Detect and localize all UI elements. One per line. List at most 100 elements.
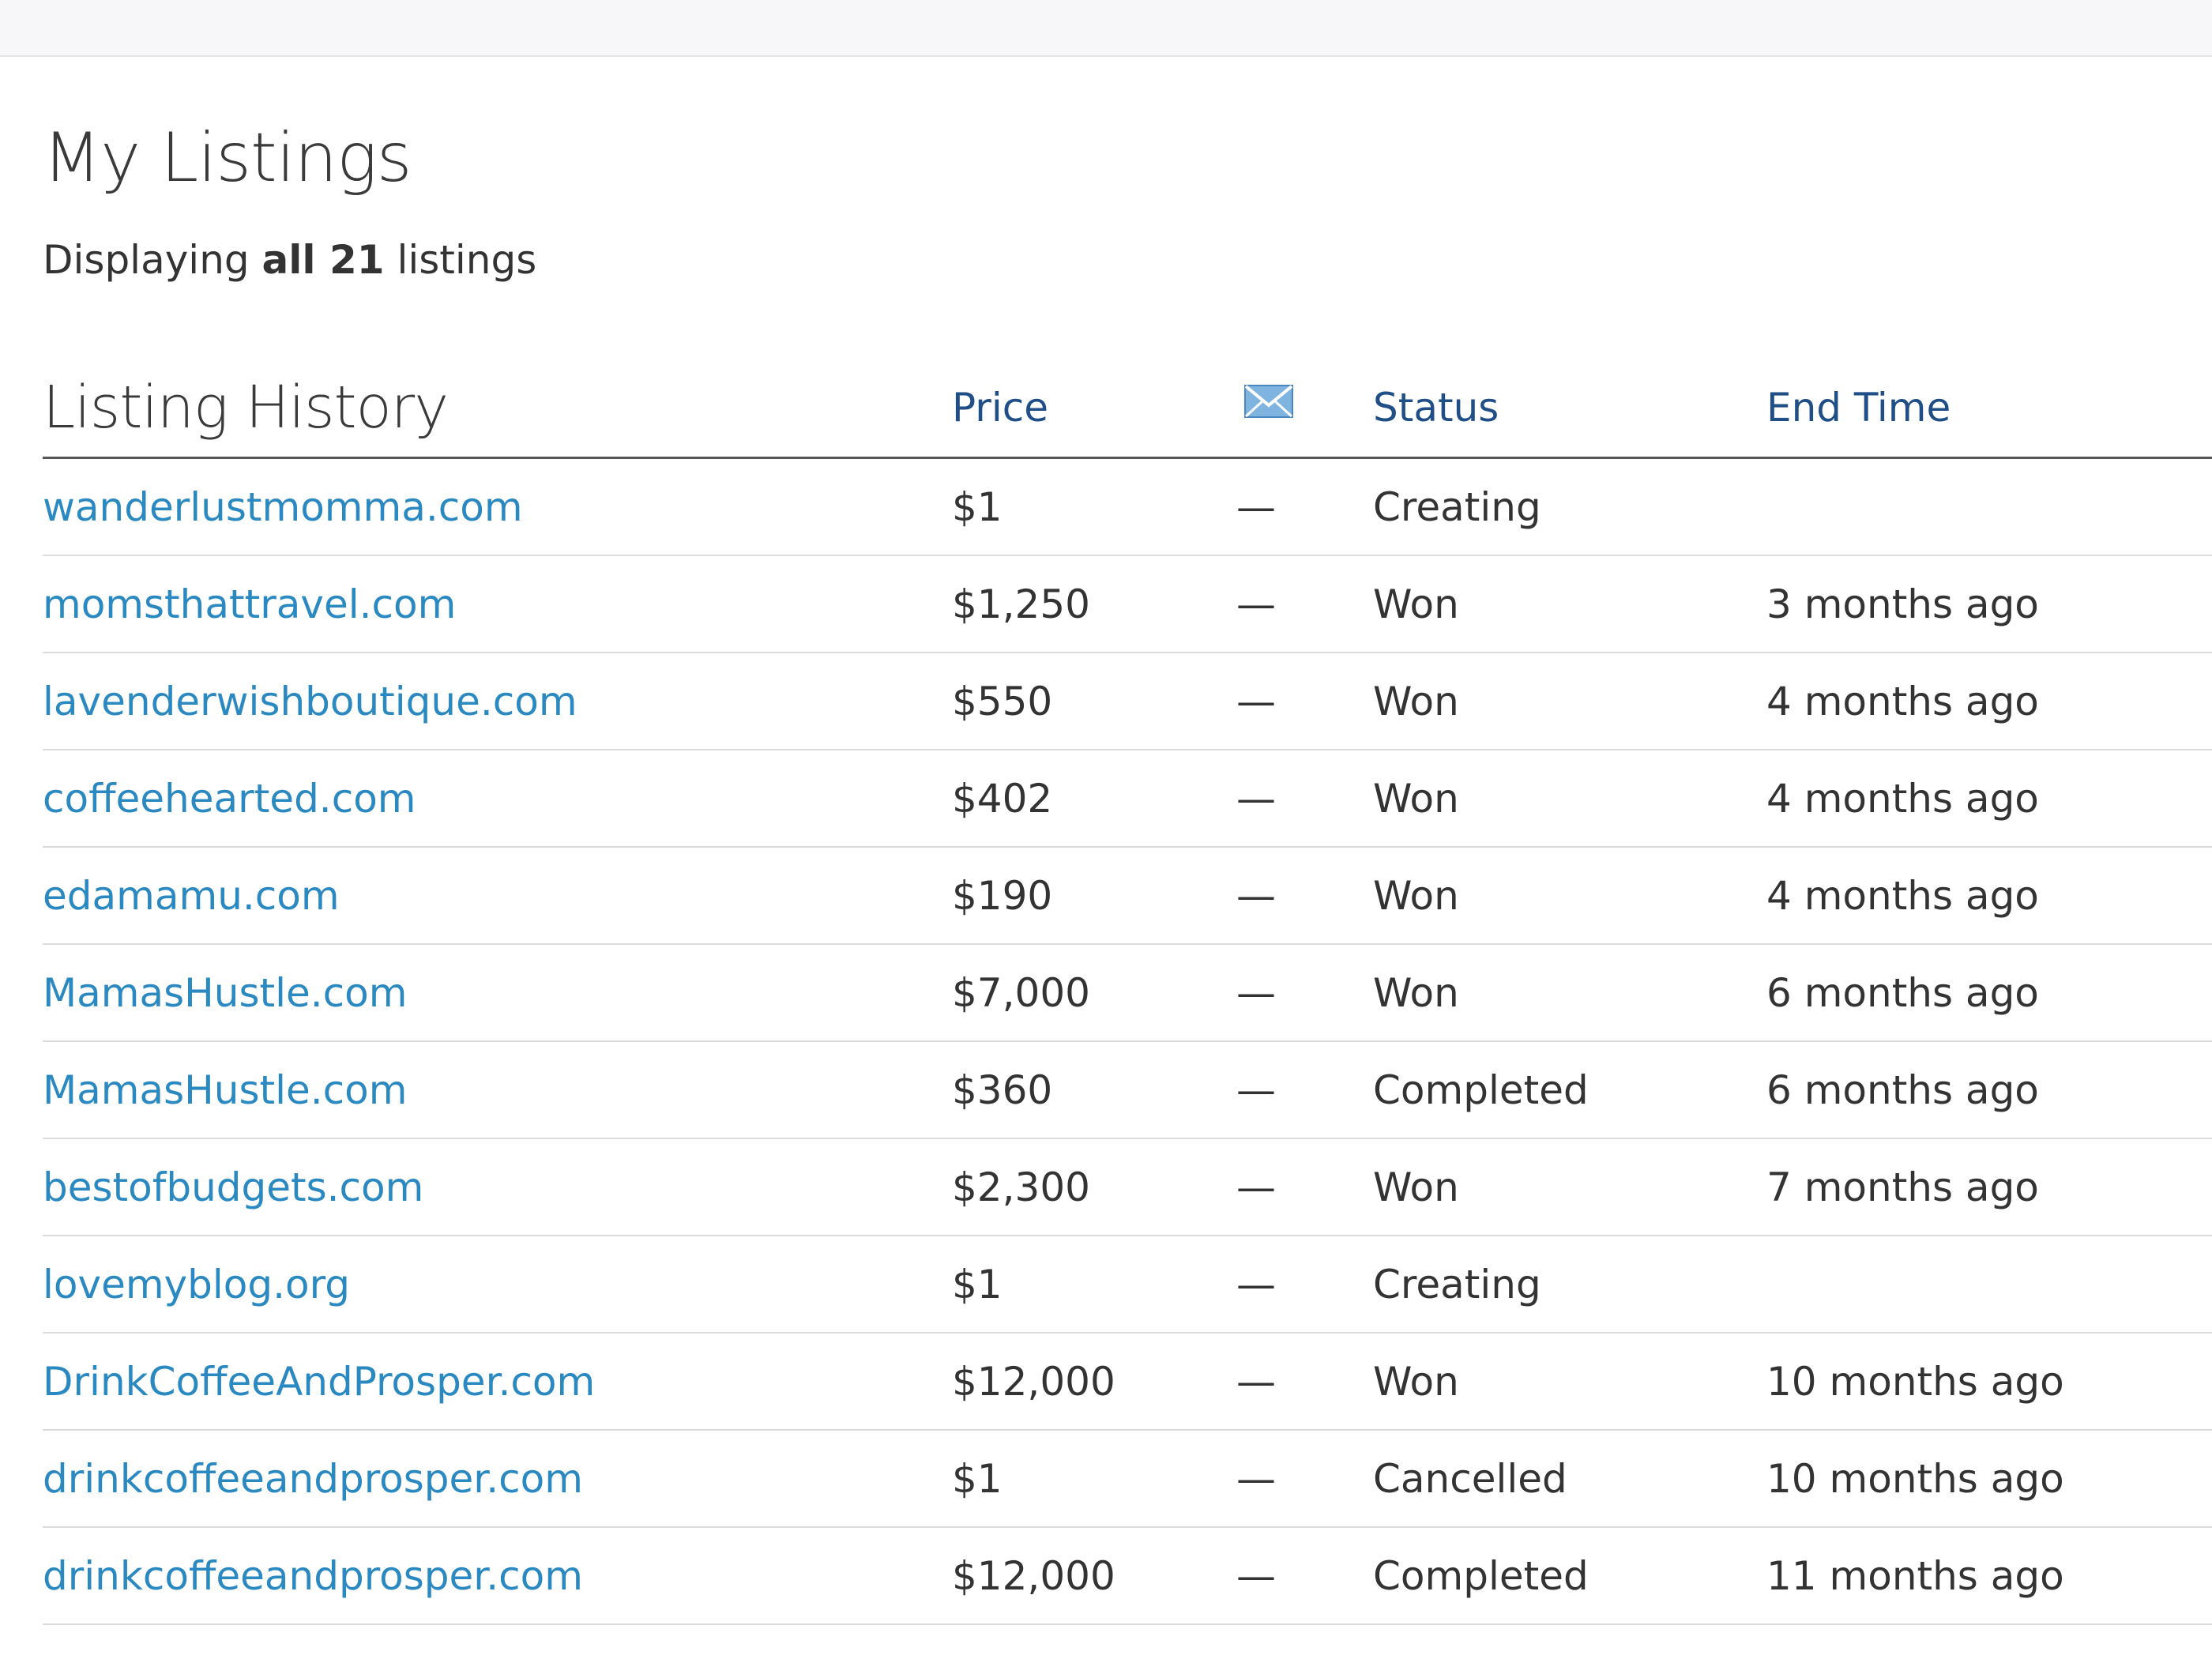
price-cell: $1 <box>952 1236 1236 1334</box>
status-column-header[interactable]: Status <box>1373 359 1766 459</box>
status-cell: Won <box>1373 944 1766 1042</box>
status-cell: Creating <box>1373 457 1766 556</box>
summary-suffix: listings <box>397 237 537 283</box>
price-cell: $1 <box>952 1430 1236 1528</box>
table-row: coffeehearted.com $402— Won 4 months ago <box>43 750 2212 848</box>
listing-link[interactable]: edamamu.com <box>43 873 340 919</box>
top-bar <box>0 0 2212 57</box>
end-time-cell: 10 months ago <box>1766 1430 2212 1528</box>
listing-link[interactable]: drinkcoffeeandprosper.com <box>43 1553 583 1599</box>
table-row: lavenderwishboutique.com $550— Won 4 months… <box>43 653 2212 750</box>
messages-cell: — <box>1236 555 1373 653</box>
status-cell: Creating <box>1373 1236 1766 1334</box>
status-cell: Cancelled <box>1373 1430 1766 1528</box>
end-time-cell: 11 months ago <box>1766 1527 2212 1625</box>
messages-cell: — <box>1236 1527 1373 1625</box>
messages-cell: — <box>1236 847 1373 945</box>
status-cell: Completed <box>1373 1527 1766 1625</box>
status-cell: Won <box>1373 1138 1766 1236</box>
summary-prefix: Displaying <box>43 237 250 283</box>
status-cell: Completed <box>1373 1041 1766 1139</box>
messages-cell: — <box>1236 1430 1373 1528</box>
status-cell: Won <box>1373 1333 1766 1431</box>
listing-name-cell: DrinkCoffeeAndProsper.com <box>43 1333 952 1431</box>
end-time-cell: 4 months ago <box>1766 750 2212 848</box>
end-time-cell <box>1766 1236 2212 1334</box>
messages-cell: — <box>1236 944 1373 1042</box>
listing-name-cell: momsthattravel.com <box>43 555 952 653</box>
price-sort-link[interactable]: Price <box>952 385 1048 431</box>
table-row: edamamu.com $190— Won 4 months ago <box>43 847 2212 945</box>
end-time-cell: 6 months ago <box>1766 944 2212 1042</box>
price-cell: $1,250 <box>952 555 1236 653</box>
end-time-sort-link[interactable]: End Time <box>1766 385 1951 431</box>
listing-history-heading: Listing History <box>43 359 952 459</box>
end-time-cell <box>1766 457 2212 556</box>
status-sort-link[interactable]: Status <box>1373 385 1499 431</box>
end-time-cell: 7 months ago <box>1766 1138 2212 1236</box>
listing-name-cell: lovemyblog.org <box>43 1236 952 1334</box>
page-title: My Listings <box>43 118 412 198</box>
listing-link[interactable]: momsthattravel.com <box>43 581 456 627</box>
price-column-header[interactable]: Price <box>952 359 1236 459</box>
status-cell: Won <box>1373 847 1766 945</box>
table-row: DrinkCoffeeAndProsper.com $12,000— Won 10 m… <box>43 1333 2212 1431</box>
end-time-column-header[interactable]: End Time <box>1766 359 2212 459</box>
price-cell: $7,000 <box>952 944 1236 1042</box>
listing-name-cell: lavenderwishboutique.com <box>43 653 952 750</box>
messages-column-header[interactable] <box>1236 359 1373 459</box>
table-row: bestofbudgets.com $2,300— Won 7 months ago <box>43 1138 2212 1236</box>
end-time-cell: 3 months ago <box>1766 555 2212 653</box>
status-cell: Won <box>1373 750 1766 848</box>
listing-history-table: Listing History Price Status End Time wa… <box>43 359 2212 1625</box>
listing-name-cell: wanderlustmomma.com <box>43 457 952 556</box>
messages-cell: — <box>1236 1041 1373 1139</box>
listing-link[interactable]: bestofbudgets.com <box>43 1164 423 1210</box>
messages-cell: — <box>1236 653 1373 750</box>
table-row: drinkcoffeeandprosper.com $12,000— Complet… <box>43 1527 2212 1625</box>
messages-cell: — <box>1236 1333 1373 1431</box>
table-row: MamasHustle.com $360— Completed 6 months ag… <box>43 1041 2212 1139</box>
listing-count-summary: Displaying all 21 listings <box>43 237 536 283</box>
table-header-row: Listing History Price Status End Time <box>43 359 2212 459</box>
listing-link[interactable]: DrinkCoffeeAndProsper.com <box>43 1359 595 1405</box>
messages-cell: — <box>1236 1236 1373 1334</box>
price-cell: $2,300 <box>952 1138 1236 1236</box>
price-cell: $190 <box>952 847 1236 945</box>
listing-name-cell: MamasHustle.com <box>43 944 952 1042</box>
price-cell: $550 <box>952 653 1236 750</box>
listing-name-cell: coffeehearted.com <box>43 750 952 848</box>
price-cell: $402 <box>952 750 1236 848</box>
envelope-icon[interactable] <box>1244 385 1293 418</box>
messages-cell: — <box>1236 1138 1373 1236</box>
end-time-cell: 4 months ago <box>1766 653 2212 750</box>
listing-link[interactable]: wanderlustmomma.com <box>43 484 523 530</box>
price-cell: $12,000 <box>952 1527 1236 1625</box>
end-time-cell: 10 months ago <box>1766 1333 2212 1431</box>
status-cell: Won <box>1373 653 1766 750</box>
table-row: momsthattravel.com $1,250— Won 3 months ago <box>43 555 2212 653</box>
listing-link[interactable]: lavenderwishboutique.com <box>43 679 577 724</box>
price-cell: $1 <box>952 457 1236 556</box>
end-time-cell: 6 months ago <box>1766 1041 2212 1139</box>
price-cell: $12,000 <box>952 1333 1236 1431</box>
listing-name-cell: bestofbudgets.com <box>43 1138 952 1236</box>
end-time-cell: 4 months ago <box>1766 847 2212 945</box>
listing-link[interactable]: drinkcoffeeandprosper.com <box>43 1456 583 1502</box>
messages-cell: — <box>1236 457 1373 556</box>
table-row: MamasHustle.com $7,000— Won 6 months ago <box>43 944 2212 1042</box>
listing-name-cell: MamasHustle.com <box>43 1041 952 1139</box>
table-row: lovemyblog.org $1— Creating <box>43 1236 2212 1334</box>
messages-cell: — <box>1236 750 1373 848</box>
listing-link[interactable]: MamasHustle.com <box>43 970 407 1016</box>
price-cell: $360 <box>952 1041 1236 1139</box>
listing-link[interactable]: coffeehearted.com <box>43 776 416 822</box>
listing-link[interactable]: lovemyblog.org <box>43 1262 350 1307</box>
listing-name-cell: drinkcoffeeandprosper.com <box>43 1527 952 1625</box>
summary-count: all 21 <box>261 237 385 283</box>
listing-link[interactable]: MamasHustle.com <box>43 1067 407 1113</box>
listing-name-cell: drinkcoffeeandprosper.com <box>43 1430 952 1528</box>
listing-name-cell: edamamu.com <box>43 847 952 945</box>
table-row: drinkcoffeeandprosper.com $1— Cancelled 10 … <box>43 1430 2212 1528</box>
status-cell: Won <box>1373 555 1766 653</box>
